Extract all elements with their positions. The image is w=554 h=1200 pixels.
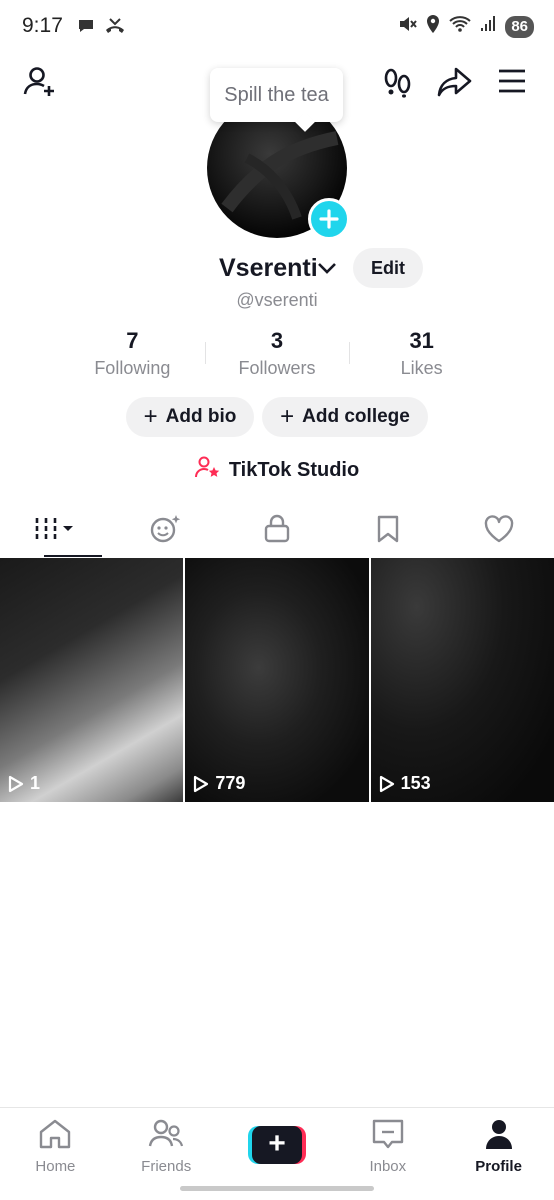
stat-followers[interactable]: 3 Followers [204, 328, 350, 380]
missed-call-icon [104, 16, 126, 41]
tooltip-bubble[interactable]: Spill the tea [210, 68, 343, 122]
stat-value: 7 [126, 328, 139, 353]
videos-grid-icon [33, 516, 77, 547]
stat-label: Followers [238, 358, 316, 378]
profile-handle: @vserenti [236, 290, 318, 310]
display-name[interactable]: Vserenti [219, 254, 318, 283]
studio-label: TikTok Studio [228, 458, 360, 481]
nav-profile[interactable]: Profile [443, 1108, 554, 1187]
tab-videos[interactable] [0, 505, 111, 557]
profile-stats: 7 Following 3 Followers 31 Likes [60, 328, 494, 380]
home-icon [37, 1118, 73, 1154]
chat-icon [76, 16, 96, 41]
menu-icon[interactable] [496, 66, 528, 96]
add-friend-icon[interactable] [22, 64, 58, 100]
stat-following[interactable]: 7 Following [60, 328, 205, 380]
nav-home[interactable]: Home [0, 1108, 111, 1187]
nav-label: Inbox [369, 1158, 407, 1175]
avatar-add-button[interactable] [308, 198, 350, 240]
video-thumbnail[interactable]: 153 [370, 558, 554, 802]
wifi-icon [449, 14, 471, 39]
inbox-icon [371, 1118, 405, 1154]
add-bio-button[interactable]: + Add bio [126, 397, 254, 437]
view-count: 779 [193, 773, 245, 794]
status-time: 9:17 [22, 14, 63, 37]
tab-favorites[interactable] [332, 505, 443, 557]
add-college-label: Add college [302, 406, 410, 427]
nav-label: Home [35, 1158, 76, 1175]
view-count-value: 153 [400, 773, 431, 793]
plus-icon [319, 209, 339, 229]
private-lock-icon [263, 514, 291, 549]
signal-icon [479, 15, 497, 38]
nav-create[interactable]: + [222, 1108, 333, 1187]
plus-icon: + [143, 403, 158, 430]
battery-badge: 86 [505, 15, 534, 38]
bottom-nav: Home Friends + Inbox Profile [0, 1107, 554, 1187]
nav-friends[interactable]: Friends [111, 1108, 222, 1187]
share-icon[interactable] [436, 64, 474, 100]
content-tabs [0, 505, 554, 557]
home-indicator[interactable] [180, 1186, 374, 1191]
plus-icon: + [280, 403, 295, 430]
video-thumbnail[interactable]: 779 [185, 558, 369, 802]
play-icon [8, 775, 24, 792]
nav-inbox[interactable]: Inbox [332, 1108, 443, 1187]
friends-icon [148, 1118, 184, 1154]
video-grid: 1 779 153 [0, 558, 554, 802]
add-college-button[interactable]: + Add college [262, 397, 428, 437]
favorites-bookmark-icon [376, 514, 400, 549]
nav-label: Friends [141, 1158, 192, 1175]
view-count-value: 1 [30, 773, 41, 793]
view-count-value: 779 [215, 773, 246, 793]
mute-icon [397, 14, 418, 39]
status-bar: 9:17 86 [0, 0, 554, 52]
tooltip-text: Spill the tea [224, 83, 329, 106]
add-bio-label: Add bio [165, 406, 237, 427]
video-thumbnail[interactable]: 1 [0, 558, 184, 802]
stat-likes[interactable]: 31 Likes [349, 328, 494, 380]
reposts-icon [149, 513, 183, 550]
edit-profile-button[interactable]: Edit [353, 248, 423, 288]
tab-private[interactable] [222, 505, 333, 557]
location-icon [425, 14, 441, 39]
stat-label: Likes [400, 358, 443, 378]
name-row: Vserenti Edit [0, 248, 554, 290]
play-icon [379, 775, 394, 792]
chevron-down-icon[interactable] [317, 260, 337, 281]
stat-value: 3 [270, 328, 284, 353]
nav-label: Profile [475, 1158, 522, 1175]
profile-icon [483, 1118, 515, 1154]
create-plus-icon: + [247, 1126, 306, 1164]
stat-value: 31 [409, 328, 434, 353]
tiktok-studio-link[interactable]: TikTok Studio [0, 455, 554, 485]
studio-person-star-icon [194, 455, 221, 485]
stat-label: Following [94, 358, 171, 378]
view-count: 1 [8, 773, 40, 794]
tab-reposts[interactable] [111, 505, 222, 557]
liked-heart-icon [483, 514, 515, 549]
footprints-icon[interactable] [380, 64, 416, 100]
play-icon [194, 775, 209, 792]
tab-liked[interactable] [443, 505, 554, 557]
view-count: 153 [379, 773, 431, 794]
